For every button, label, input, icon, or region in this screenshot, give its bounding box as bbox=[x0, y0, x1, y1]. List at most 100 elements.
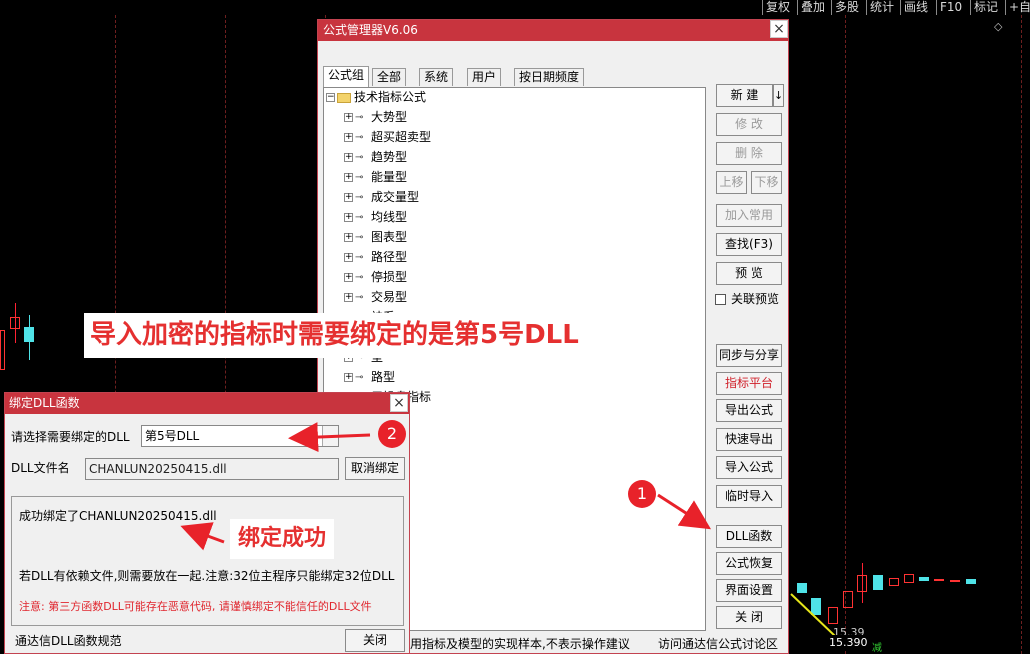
toolbar-item-f10[interactable]: F10 bbox=[936, 0, 965, 15]
candle-up bbox=[950, 580, 960, 582]
tree-item[interactable]: + ⊸ 趋势型 bbox=[344, 148, 407, 166]
tab-user[interactable]: 用户 bbox=[467, 68, 502, 86]
tree-item[interactable]: + ⊸ 均线型 bbox=[344, 208, 407, 226]
tree-item[interactable]: + ⊸ 能量型 bbox=[344, 168, 407, 186]
tree-item-label: 停损型 bbox=[371, 270, 408, 284]
add-common-button[interactable]: 加入常用 bbox=[716, 204, 782, 227]
chevron-down-icon[interactable] bbox=[322, 426, 338, 446]
dependency-note: 若DLL有依赖文件,则需要放在一起.注意:32位主程序只能绑定32位DLL bbox=[19, 569, 395, 583]
formula-manager-title: 公式管理器V6.06 bbox=[318, 20, 788, 41]
step-badge-1: 1 bbox=[628, 480, 656, 508]
ui-settings-button[interactable]: 界面设置 bbox=[716, 579, 782, 602]
expand-icon[interactable]: + bbox=[344, 173, 353, 182]
key-icon: ⊸ bbox=[355, 291, 364, 303]
find-button[interactable]: 查找(F3) bbox=[716, 233, 782, 256]
forum-link[interactable]: 访问通达信公式讨论区 bbox=[658, 636, 778, 652]
expand-icon[interactable]: + bbox=[344, 113, 353, 122]
select-dll-label: 请选择需要绑定的DLL bbox=[11, 430, 130, 444]
toolbar-item-mark[interactable]: 标记 bbox=[970, 0, 1001, 15]
tree-item[interactable]: + ⊸ 路型 bbox=[344, 368, 395, 386]
dll-file-label: DLL文件名 bbox=[11, 461, 70, 475]
temp-import-button[interactable]: 临时导入 bbox=[716, 485, 782, 508]
step-badge-2: 2 bbox=[378, 420, 406, 448]
sync-share-button[interactable]: 同步与分享 bbox=[716, 344, 782, 367]
key-icon: ⊸ bbox=[355, 211, 364, 223]
tab-formula-group[interactable]: 公式组 bbox=[323, 66, 370, 87]
tree-item[interactable]: + ⊸ 超买超卖型 bbox=[344, 128, 431, 146]
preview-button[interactable]: 预 览 bbox=[716, 262, 782, 285]
move-down-button[interactable]: 下移 bbox=[751, 171, 782, 194]
dll-spec-link[interactable]: 通达信DLL函数规范 bbox=[15, 633, 122, 649]
delete-button[interactable]: 删 除 bbox=[716, 142, 782, 165]
expand-icon[interactable]: + bbox=[344, 153, 353, 162]
toolbar-item-statistics[interactable]: 统计 bbox=[866, 0, 897, 15]
tree-item[interactable]: + ⊸ 停损型 bbox=[344, 268, 407, 286]
candle-up bbox=[857, 575, 867, 592]
export-formula-button[interactable]: 导出公式 bbox=[716, 399, 782, 422]
toolbar-item-overlay[interactable]: 叠加 bbox=[797, 0, 828, 15]
toolbar-item-multi-stock[interactable]: 多股 bbox=[831, 0, 862, 15]
key-icon: ⊸ bbox=[355, 131, 364, 143]
close-icon[interactable]: × bbox=[770, 20, 788, 38]
dll-select-value: 第5号DLL bbox=[145, 429, 200, 443]
toolbar-item-restore-rights[interactable]: 复权 bbox=[762, 0, 793, 15]
new-button[interactable]: 新 建 bbox=[716, 84, 773, 107]
candle-up bbox=[889, 578, 899, 586]
tree-item-label: 均线型 bbox=[371, 210, 408, 224]
toolbar-item-custom[interactable]: +自 bbox=[1005, 0, 1030, 15]
expand-icon[interactable]: + bbox=[344, 133, 353, 142]
grid-line bbox=[1021, 15, 1022, 654]
expand-icon[interactable]: + bbox=[344, 193, 353, 202]
expand-icon[interactable]: + bbox=[344, 233, 353, 242]
dialog-close-button[interactable]: 关闭 bbox=[345, 629, 405, 652]
expand-icon[interactable]: + bbox=[344, 293, 353, 302]
expand-icon[interactable]: + bbox=[344, 253, 353, 262]
tab-system[interactable]: 系统 bbox=[419, 68, 454, 86]
top-toolbar: 复权 叠加 多股 统计 画线 F10 标记 +自 bbox=[0, 0, 1030, 15]
tree-root[interactable]: − 技术指标公式 bbox=[326, 88, 426, 106]
dll-file-field[interactable]: CHANLUN20250415.dll bbox=[85, 458, 339, 480]
price-label: 15.390 bbox=[829, 635, 868, 651]
expand-icon[interactable]: + bbox=[344, 213, 353, 222]
candle-down bbox=[919, 577, 929, 581]
move-up-button[interactable]: 上移 bbox=[716, 171, 747, 194]
candle-down bbox=[873, 575, 883, 590]
tree-item[interactable]: + ⊸ 大势型 bbox=[344, 108, 407, 126]
toolbar-item-draw-line[interactable]: 画线 bbox=[900, 0, 931, 15]
tree-item[interactable]: + ⊸ 成交量型 bbox=[344, 188, 419, 206]
instruction-banner: 导入加密的指标时需要绑定的是第5号DLL bbox=[84, 313, 631, 358]
indicator-platform-button[interactable]: 指标平台 bbox=[716, 372, 782, 395]
expand-icon[interactable]: + bbox=[344, 273, 353, 282]
close-button[interactable]: 关 闭 bbox=[716, 606, 782, 629]
expand-icon[interactable]: + bbox=[344, 373, 353, 382]
tree-item[interactable]: + ⊸ 图表型 bbox=[344, 228, 407, 246]
tree-item[interactable]: + ⊸ 路径型 bbox=[344, 248, 407, 266]
key-icon: ⊸ bbox=[355, 111, 364, 123]
restore-formula-button[interactable]: 公式恢复 bbox=[716, 552, 782, 575]
unbind-button[interactable]: 取消绑定 bbox=[345, 457, 405, 480]
linked-preview-checkbox[interactable]: 关联预览 bbox=[715, 291, 779, 307]
tab-all[interactable]: 全部 bbox=[372, 68, 407, 86]
modify-button[interactable]: 修 改 bbox=[716, 113, 782, 136]
close-icon[interactable]: × bbox=[390, 394, 408, 412]
tree-item-label: 能量型 bbox=[371, 170, 408, 184]
tree-item-label: 超买超卖型 bbox=[371, 130, 432, 144]
bind-dll-dialog: 绑定DLL函数 × 请选择需要绑定的DLL 第5号DLL DLL文件名 CHAN… bbox=[4, 392, 410, 654]
status-disclaimer: 用指标及模型的实现样本,不表示操作建议 bbox=[410, 637, 630, 651]
tree-item[interactable]: + ⊸ 交易型 bbox=[344, 288, 407, 306]
quick-export-button[interactable]: 快速导出 bbox=[716, 428, 782, 451]
tab-date-frequency[interactable]: 按日期频度 bbox=[514, 68, 585, 86]
import-formula-button[interactable]: 导入公式 bbox=[716, 456, 782, 479]
warning-note: 注意: 第三方函数DLL可能存在恶意代码, 请谨慎绑定不能信任的DLL文件 bbox=[19, 600, 372, 613]
collapse-icon[interactable]: − bbox=[326, 93, 335, 102]
linked-preview-label: 关联预览 bbox=[731, 292, 780, 306]
dll-select[interactable]: 第5号DLL bbox=[141, 425, 339, 447]
tree-item-label: 路型 bbox=[371, 370, 396, 384]
checkbox-icon[interactable] bbox=[715, 294, 726, 305]
dialog-title: 绑定DLL函数 bbox=[5, 393, 409, 414]
key-icon: ⊸ bbox=[355, 171, 364, 183]
diamond-icon[interactable]: ◇ bbox=[994, 19, 1002, 35]
tree-item-label: 交易型 bbox=[371, 290, 408, 304]
new-dropdown-button[interactable]: ↓ bbox=[773, 84, 784, 107]
dll-function-button[interactable]: DLL函数 bbox=[716, 525, 782, 548]
